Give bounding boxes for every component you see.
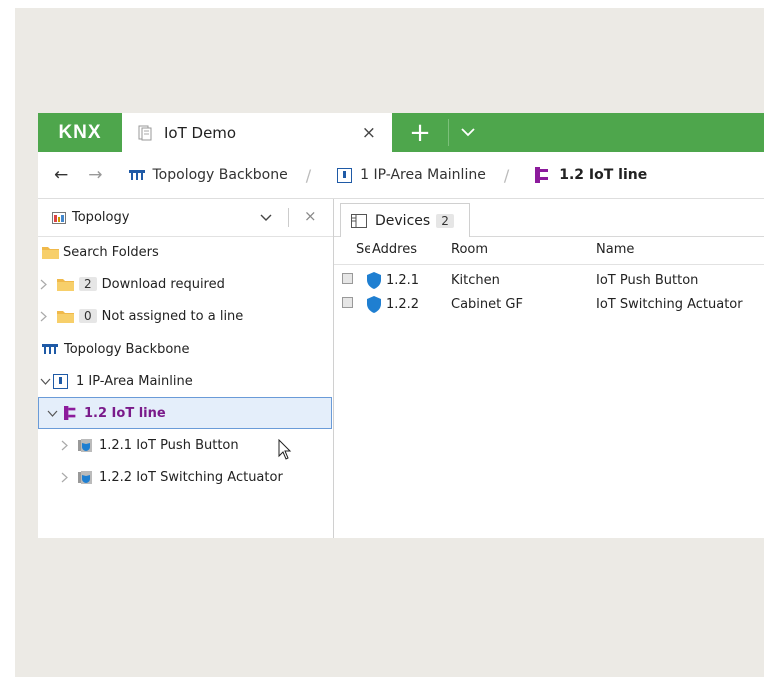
table-header: Se Addres Room Name (334, 237, 764, 265)
project-tab[interactable]: IoT Demo × (122, 113, 392, 152)
cell-name: IoT Push Button (596, 273, 699, 288)
chevron-down-icon (40, 378, 51, 385)
topology-panel: Topology × Search Folders 2 Download req… (38, 199, 334, 538)
tree-item-device-2[interactable]: 1.2.2 IoT Switching Actuator (38, 461, 332, 493)
tree-label: Download required (101, 276, 225, 292)
chevron-down-icon[interactable] (260, 214, 272, 222)
project-icon (138, 125, 152, 140)
topology-icon (128, 170, 145, 180)
chevron-right-icon (40, 311, 47, 321)
column-header-address[interactable]: Addres (372, 242, 420, 257)
tab-menu-button[interactable] (452, 113, 484, 152)
topology-view-icon (52, 211, 66, 224)
divider (448, 119, 449, 146)
breadcrumb-topology-backbone[interactable]: Topology Backbone (128, 167, 288, 183)
column-header-security[interactable]: Se (356, 242, 370, 257)
tree-label: 1 IP-Area Mainline (76, 373, 193, 389)
back-button[interactable]: ← (54, 165, 68, 185)
panel-tabs: Devices 2 (334, 199, 764, 237)
folder-icon (57, 311, 74, 323)
cell-address: 1.2.2 (386, 297, 420, 312)
breadcrumb-label: 1 IP-Area Mainline (360, 167, 486, 183)
count-badge: 0 (79, 309, 97, 323)
cell-address: 1.2.1 (386, 273, 420, 288)
tree-item-iot-line[interactable]: 1.2 IoT line (38, 397, 332, 429)
line-icon (535, 167, 549, 183)
close-panel-icon[interactable]: × (304, 207, 317, 225)
panel-header: Topology × (38, 199, 333, 237)
chevron-right-icon (40, 279, 47, 289)
breadcrumb-line[interactable]: 1.2 IoT line (535, 167, 647, 183)
close-tab-icon[interactable]: × (362, 123, 376, 143)
shield-icon (367, 296, 381, 313)
tree-label: 1.2.2 IoT Switching Actuator (99, 469, 283, 485)
area-icon (53, 373, 68, 389)
count-badge: 2 (436, 213, 454, 228)
breadcrumb: ← → Topology Backbone / 1 IP-Area Mainli… (38, 152, 764, 199)
tab-title: IoT Demo (164, 123, 237, 142)
topology-icon (42, 344, 58, 354)
breadcrumb-separator: / (305, 165, 312, 185)
tab-devices[interactable]: Devices 2 (340, 203, 470, 237)
new-tab-button[interactable]: + (397, 113, 443, 152)
tab-label: Devices (375, 212, 431, 229)
tree-label: Search Folders (63, 244, 159, 260)
table-row[interactable]: 1.2.1 Kitchen IoT Push Button (334, 269, 764, 293)
chevron-down-icon (461, 128, 475, 137)
tree-item-search-folders[interactable]: Search Folders (38, 236, 332, 268)
folder-icon (57, 279, 74, 291)
chevron-right-icon (61, 472, 68, 482)
device-icon (78, 470, 92, 484)
folder-icon (42, 247, 59, 259)
view-select[interactable]: Topology (72, 210, 129, 225)
app-window: KNX IoT Demo × + ← → Topology Backbone / (38, 113, 764, 538)
tree-item-download-required[interactable]: 2 Download required (38, 268, 332, 300)
breadcrumb-label: 1.2 IoT line (559, 167, 648, 183)
divider (288, 208, 289, 227)
line-icon (64, 406, 76, 420)
forward-button[interactable]: → (88, 165, 102, 185)
tree-item-not-assigned[interactable]: 0 Not assigned to a line (38, 300, 332, 332)
tree-label: 1.2.1 IoT Push Button (99, 437, 239, 453)
area-icon (337, 167, 353, 183)
device-icon (78, 438, 92, 452)
devices-panel: Devices 2 Se Addres Room Name 1.2.1 Kitc… (334, 199, 764, 538)
breadcrumb-area[interactable]: 1 IP-Area Mainline (337, 167, 486, 183)
column-header-name[interactable]: Name (596, 242, 764, 257)
row-checkbox[interactable] (342, 273, 353, 284)
mouse-cursor-icon (278, 439, 292, 460)
row-checkbox[interactable] (342, 297, 353, 308)
breadcrumb-separator: / (503, 165, 510, 185)
devices-icon (351, 213, 367, 228)
count-badge: 2 (79, 277, 97, 291)
column-header-room[interactable]: Room (451, 242, 591, 257)
cell-room: Cabinet GF (451, 297, 523, 312)
tree-label: Topology Backbone (64, 341, 190, 357)
shield-icon (367, 272, 381, 289)
knx-logo: KNX (58, 121, 102, 143)
breadcrumb-label: Topology Backbone (152, 167, 288, 183)
title-bar: KNX IoT Demo × + (38, 113, 764, 152)
cell-name: IoT Switching Actuator (596, 297, 743, 312)
cell-room: Kitchen (451, 273, 500, 288)
chevron-down-icon (47, 410, 58, 417)
chevron-right-icon (61, 440, 68, 450)
tree-label: 1.2 IoT line (84, 405, 166, 421)
table-row[interactable]: 1.2.2 Cabinet GF IoT Switching Actuator (334, 293, 764, 317)
tree-item-topology-backbone[interactable]: Topology Backbone (38, 333, 332, 365)
tree-item-area-mainline[interactable]: 1 IP-Area Mainline (38, 365, 332, 397)
tree-label: Not assigned to a line (101, 308, 244, 324)
